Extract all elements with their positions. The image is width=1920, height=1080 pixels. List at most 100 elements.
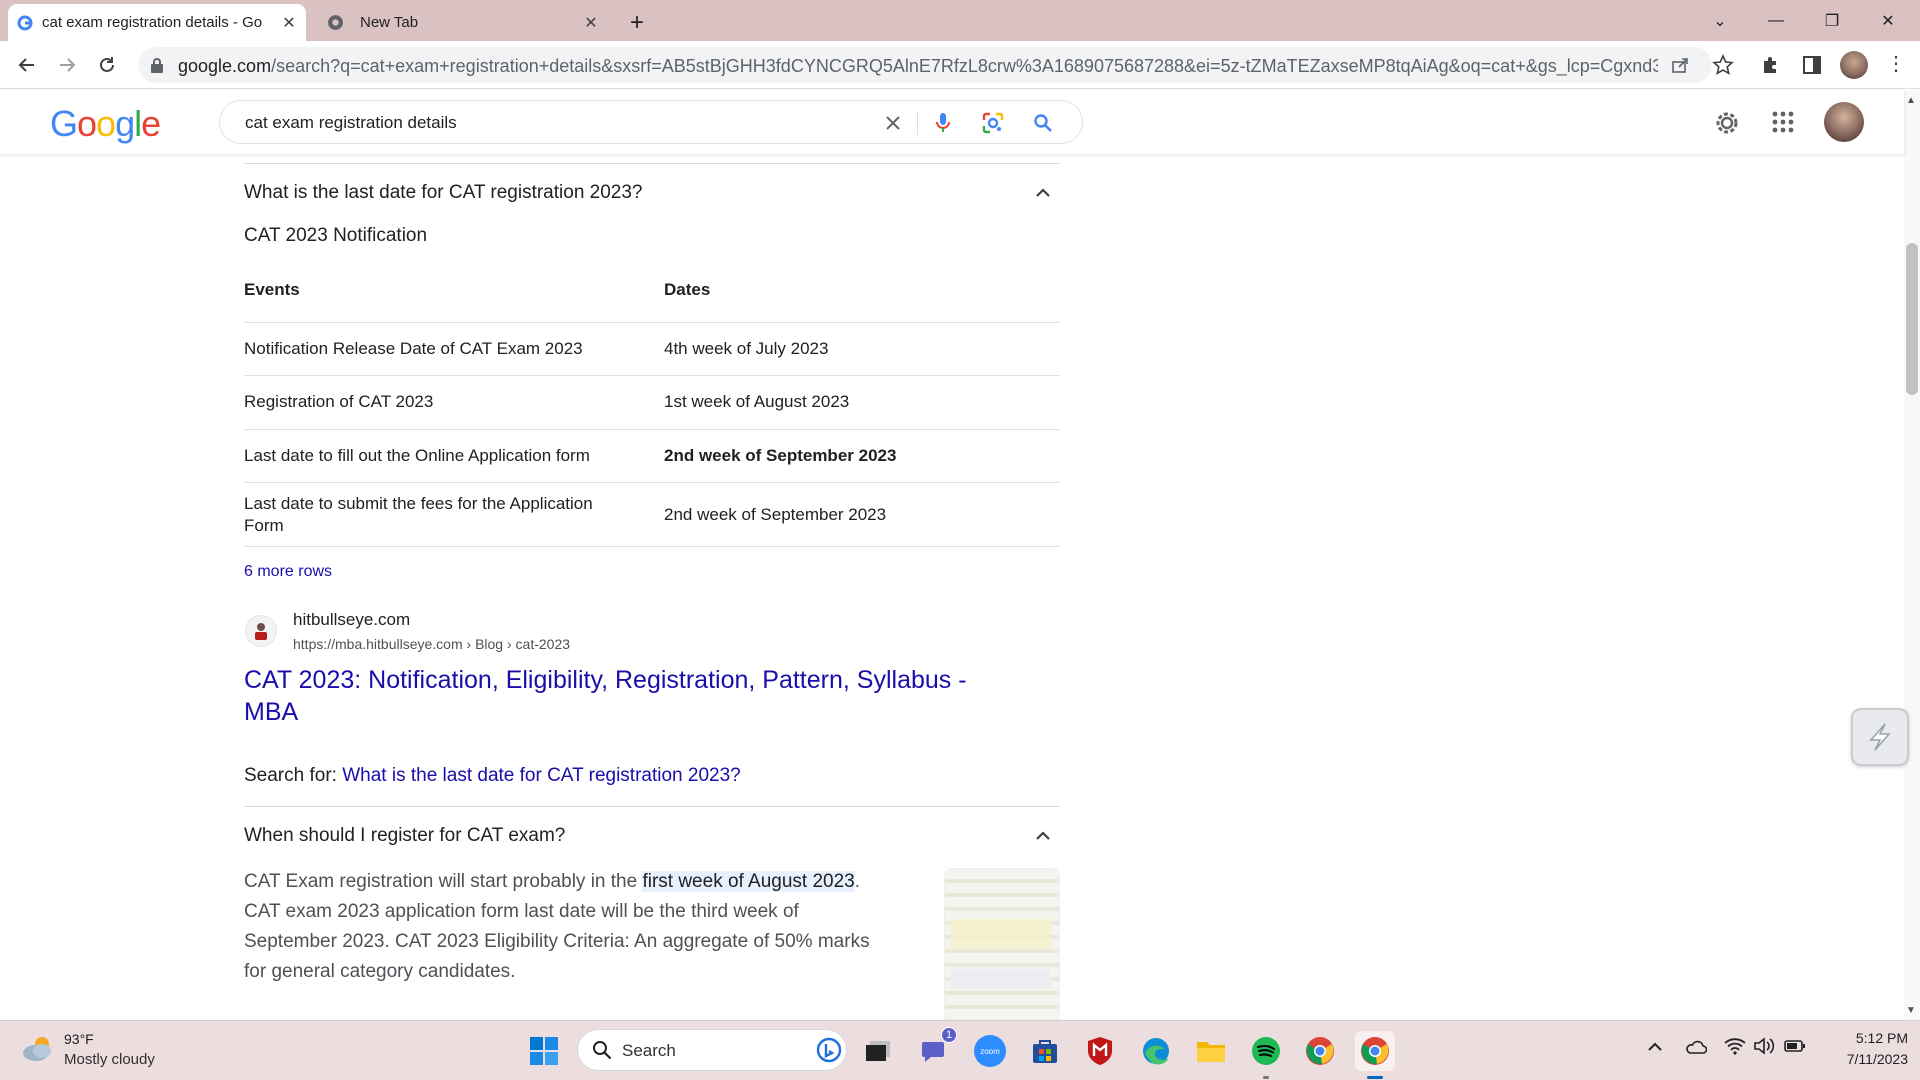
profile-avatar[interactable] [1840, 51, 1868, 79]
browser-toolbar: google.com/search?q=cat+exam+registratio… [0, 41, 1920, 89]
tab-search-chevron-icon[interactable]: ⌄ [1692, 0, 1748, 41]
close-window-button[interactable]: ✕ [1860, 0, 1916, 41]
windows-start-icon[interactable] [524, 1031, 564, 1071]
taskbar-search-box[interactable]: Search [577, 1029, 847, 1071]
table-divider [244, 322, 1060, 323]
table-header-events: Events [244, 280, 300, 299]
zoom-app-icon[interactable]: zoom [970, 1031, 1010, 1071]
battery-icon[interactable] [1784, 1039, 1806, 1058]
floating-assistant-button[interactable] [1851, 708, 1909, 766]
clock-time[interactable]: 5:12 PM [1812, 1030, 1908, 1046]
mcafee-shield-icon[interactable] [1080, 1031, 1120, 1071]
settings-gear-icon[interactable] [1713, 109, 1741, 142]
table-cell-event: Registration of CAT 2023 [244, 392, 434, 411]
volume-icon[interactable] [1753, 1037, 1775, 1060]
restore-button[interactable]: ❐ [1804, 0, 1860, 41]
search-for-label: Search for: [244, 765, 343, 786]
back-button[interactable] [11, 49, 43, 81]
section-divider [244, 806, 1060, 807]
address-bar[interactable]: google.com/search?q=cat+exam+registratio… [138, 47, 1712, 83]
scroll-down-arrow-icon[interactable]: ▼ [1906, 1005, 1916, 1016]
search-box[interactable]: cat exam registration details [219, 100, 1083, 144]
search-for-row: Search for: What is the last date for CA… [244, 765, 741, 787]
search-divider [917, 111, 918, 135]
table-cell-date: 1st week of August 2023 [664, 392, 850, 411]
forward-button[interactable] [51, 49, 83, 81]
windows-taskbar: 93°F Mostly cloudy Search 1 zoom 5:12 PM… [0, 1020, 1920, 1080]
chrome-app-icon[interactable] [1300, 1031, 1340, 1071]
table-cell-event: Form [244, 516, 284, 535]
tab-title: New Tab [360, 14, 419, 31]
weather-temp[interactable]: 93°F [64, 1031, 94, 1047]
more-rows-link[interactable]: 6 more rows [244, 561, 332, 583]
faq-question[interactable]: When should I register for CAT exam? [244, 825, 565, 847]
table-cell-event: Notification Release Date of CAT Exam 20… [244, 339, 583, 358]
table-cell-event: Last date to submit the fees for the App… [244, 494, 593, 513]
file-explorer-icon[interactable] [1191, 1031, 1231, 1071]
new-tab-button[interactable]: + [622, 8, 652, 38]
task-view-icon[interactable] [858, 1031, 898, 1071]
result-title-link[interactable]: CAT 2023: Notification, Eligibility, Reg… [244, 664, 967, 728]
scroll-up-arrow-icon[interactable]: ▲ [1906, 95, 1916, 106]
google-favicon-icon [8, 15, 42, 31]
side-panel-icon[interactable] [1802, 55, 1822, 80]
page-scrollbar[interactable] [1904, 90, 1920, 1020]
microphone-icon[interactable] [928, 108, 958, 138]
lens-camera-icon[interactable] [978, 108, 1008, 138]
tab-title: cat exam registration details - Go [42, 14, 263, 31]
clock-date[interactable]: 7/11/2023 [1812, 1051, 1908, 1067]
table-divider [244, 429, 1060, 430]
search-icon [592, 1040, 612, 1065]
table-divider [244, 375, 1060, 376]
taskbar-search-label: Search [622, 1041, 676, 1060]
bing-icon[interactable] [816, 1037, 842, 1068]
lock-icon[interactable] [150, 57, 164, 78]
table-divider [244, 482, 1060, 483]
tab-google-search[interactable]: cat exam registration details - Go ✕ [8, 4, 306, 41]
google-apps-grid-icon[interactable] [1772, 111, 1794, 138]
search-submit-icon[interactable] [1028, 108, 1058, 138]
tab-new-tab[interactable]: New Tab ✕ [318, 4, 608, 41]
minimize-button[interactable]: — [1748, 0, 1804, 41]
clear-search-icon[interactable] [878, 108, 908, 138]
table-header-dates: Dates [664, 280, 711, 299]
reload-button[interactable] [91, 49, 123, 81]
search-query-text[interactable]: cat exam registration details [245, 113, 457, 133]
answer-thumbnail-image[interactable] [944, 868, 1060, 1020]
chevron-up-icon[interactable] [1033, 826, 1053, 846]
spotify-icon[interactable] [1246, 1031, 1286, 1079]
teams-chat-icon[interactable]: 1 [915, 1027, 957, 1071]
chrome-app-active-icon[interactable] [1355, 1031, 1395, 1079]
table-cell-date: 2nd week of September 2023 [664, 446, 897, 465]
source-breadcrumb[interactable]: https://mba.hitbullseye.com › Blog › cat… [293, 633, 570, 655]
extensions-puzzle-icon[interactable] [1760, 54, 1782, 81]
chevron-up-icon[interactable] [1033, 183, 1053, 203]
close-tab-icon[interactable]: ✕ [580, 12, 602, 34]
google-logo[interactable]: Google [50, 103, 161, 145]
scrollbar-thumb[interactable] [1906, 243, 1918, 395]
tray-overflow-chevron-icon[interactable] [1647, 1039, 1663, 1057]
search-for-link[interactable]: What is the last date for CAT registrati… [342, 765, 741, 786]
answer-highlight: first week of August 2023 [642, 871, 855, 892]
wifi-icon[interactable] [1724, 1037, 1746, 1060]
edge-browser-icon[interactable] [1136, 1031, 1176, 1071]
weather-cloud-icon[interactable] [20, 1033, 56, 1068]
faq-question[interactable]: What is the last date for CAT registrati… [244, 182, 643, 204]
table-cell-date: 4th week of July 2023 [664, 339, 829, 358]
source-site-name[interactable]: hitbullseye.com [293, 609, 410, 631]
faq-answer: CAT Exam registration will start probabl… [244, 871, 870, 982]
share-icon[interactable] [1670, 55, 1690, 80]
site-favicon[interactable] [245, 615, 277, 647]
table-cell-date: 2nd week of September 2023 [664, 505, 887, 524]
table-divider [244, 546, 1060, 547]
close-tab-icon[interactable]: ✕ [278, 12, 300, 34]
section-divider [244, 163, 1060, 164]
menu-kebab-icon[interactable]: ⋮ [1886, 53, 1906, 75]
browser-tab-strip: cat exam registration details - Go ✕ New… [0, 0, 1920, 41]
bookmark-star-icon[interactable] [1712, 54, 1734, 81]
microsoft-store-icon[interactable] [1025, 1031, 1065, 1071]
chat-badge: 1 [941, 1027, 957, 1043]
weather-desc[interactable]: Mostly cloudy [64, 1051, 155, 1068]
onedrive-cloud-icon[interactable] [1685, 1039, 1708, 1060]
account-avatar[interactable] [1824, 102, 1864, 142]
